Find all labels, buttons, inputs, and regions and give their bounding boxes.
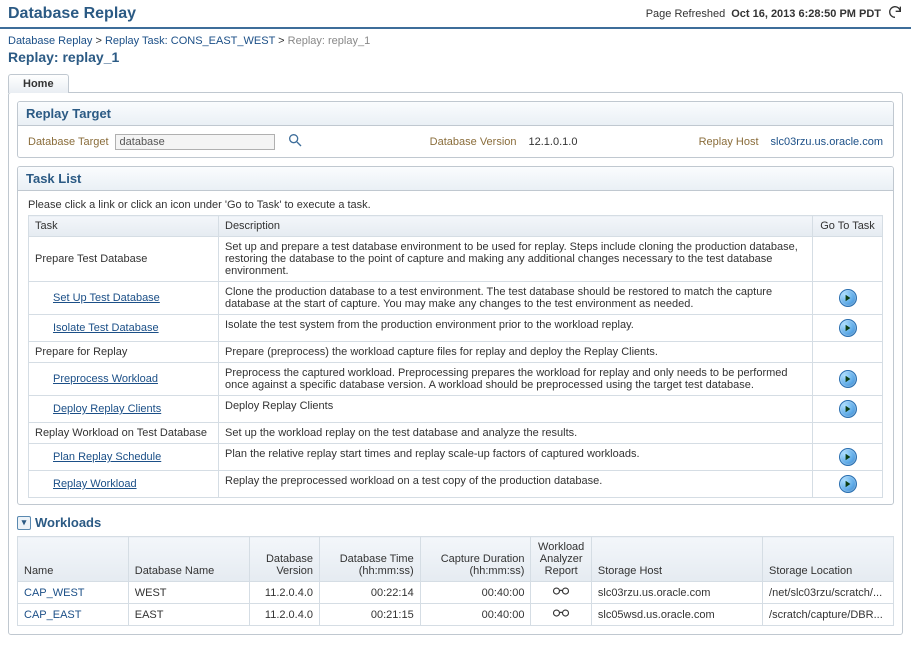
- go-to-task-icon[interactable]: [839, 475, 857, 493]
- tab-bar: Home: [0, 73, 911, 92]
- task-group-name: Replay Workload on Test Database: [29, 423, 219, 444]
- wl-col-host[interactable]: Storage Host: [591, 537, 762, 582]
- search-icon[interactable]: [281, 132, 309, 151]
- breadcrumb-sep: >: [95, 35, 104, 47]
- workload-host: slc03rzu.us.oracle.com: [591, 582, 762, 604]
- task-list-panel: Task List Please click a link or click a…: [17, 166, 894, 505]
- breadcrumb-sep: >: [278, 35, 287, 47]
- replay-target-header: Replay Target: [18, 102, 893, 126]
- wl-col-loc[interactable]: Storage Location: [763, 537, 894, 582]
- page-header: Database Replay Page Refreshed Oct 16, 2…: [0, 0, 911, 29]
- task-desc: Clone the production database to a test …: [219, 282, 813, 315]
- db-target-input[interactable]: [115, 134, 275, 150]
- breadcrumb: Database Replay > Replay Task: CONS_EAST…: [0, 29, 911, 49]
- wl-col-dbver[interactable]: Database Version: [249, 537, 319, 582]
- workload-dbtime: 00:21:15: [320, 604, 421, 626]
- col-goto: Go To Task: [813, 216, 883, 237]
- task-group-desc: Set up and prepare a test database envir…: [219, 237, 813, 282]
- go-to-task-icon[interactable]: [839, 448, 857, 466]
- task-link[interactable]: Replay Workload: [53, 478, 137, 490]
- go-to-task-icon[interactable]: [839, 370, 857, 388]
- task-desc: Plan the relative replay start times and…: [219, 444, 813, 471]
- task-group-goto: [813, 423, 883, 444]
- tab-home[interactable]: Home: [8, 74, 69, 93]
- workloads-section: ▾ Workloads Name Database Name Database …: [17, 513, 894, 626]
- replay-target-row: Database Target Database Version 12.1.0.…: [28, 132, 883, 151]
- replay-target-panel: Replay Target Database Target Database V…: [17, 101, 894, 158]
- task-link[interactable]: Set Up Test Database: [53, 292, 160, 304]
- workload-dbver: 11.2.0.4.0: [249, 582, 319, 604]
- task-group-name: Prepare for Replay: [29, 342, 219, 363]
- workload-capdur: 00:40:00: [420, 604, 531, 626]
- col-desc: Description: [219, 216, 813, 237]
- workloads-toggle[interactable]: ▾ Workloads: [17, 513, 894, 536]
- task-table: Task Description Go To Task Prepare Test…: [28, 215, 883, 498]
- task-desc: Preprocess the captured workload. Prepro…: [219, 363, 813, 396]
- chevron-down-icon: ▾: [17, 516, 31, 530]
- main-panel: Replay Target Database Target Database V…: [8, 92, 903, 635]
- workload-capdur: 00:40:00: [420, 582, 531, 604]
- workload-loc: /net/slc03rzu/scratch/...: [763, 582, 894, 604]
- task-group-desc: Prepare (preprocess) the workload captur…: [219, 342, 813, 363]
- glasses-icon[interactable]: [552, 587, 570, 599]
- task-group-name: Prepare Test Database: [29, 237, 219, 282]
- task-link[interactable]: Isolate Test Database: [53, 322, 159, 334]
- task-desc: Deploy Replay Clients: [219, 396, 813, 423]
- workload-dbname: EAST: [128, 604, 249, 626]
- refresh-block: Page Refreshed Oct 16, 2013 6:28:50 PM P…: [646, 4, 903, 23]
- refresh-time: Oct 16, 2013 6:28:50 PM PDT: [731, 8, 881, 20]
- wl-col-dbtime[interactable]: Database Time (hh:mm:ss): [320, 537, 421, 582]
- replay-host-label: Replay Host: [699, 136, 759, 148]
- replay-subtitle: Replay: replay_1: [0, 49, 911, 69]
- workloads-table: Name Database Name Database Version Data…: [17, 536, 894, 626]
- breadcrumb-item-0[interactable]: Database Replay: [8, 35, 92, 47]
- workload-dbtime: 00:22:14: [320, 582, 421, 604]
- workload-host: slc05wsd.us.oracle.com: [591, 604, 762, 626]
- task-group-goto: [813, 237, 883, 282]
- page-title: Database Replay: [8, 5, 136, 23]
- task-desc: Replay the preprocessed workload on a te…: [219, 471, 813, 498]
- wl-col-name[interactable]: Name: [18, 537, 129, 582]
- db-version-value: 12.1.0.1.0: [523, 136, 578, 148]
- workload-dbname: WEST: [128, 582, 249, 604]
- task-list-header: Task List: [18, 167, 893, 191]
- go-to-task-icon[interactable]: [839, 289, 857, 307]
- replay-host-link[interactable]: slc03rzu.us.oracle.com: [765, 136, 884, 148]
- wl-col-analyzer[interactable]: Workload Analyzer Report: [531, 537, 591, 582]
- wl-col-capdur[interactable]: Capture Duration (hh:mm:ss): [420, 537, 531, 582]
- glasses-icon[interactable]: [552, 609, 570, 621]
- wl-col-dbname[interactable]: Database Name: [128, 537, 249, 582]
- refresh-icon[interactable]: [887, 4, 903, 23]
- task-group-desc: Set up the workload replay on the test d…: [219, 423, 813, 444]
- task-link[interactable]: Deploy Replay Clients: [53, 403, 161, 415]
- col-task: Task: [29, 216, 219, 237]
- db-target-label: Database Target: [28, 136, 109, 148]
- go-to-task-icon[interactable]: [839, 400, 857, 418]
- workload-name-link[interactable]: CAP_EAST: [24, 609, 81, 621]
- breadcrumb-item-1[interactable]: Replay Task: CONS_EAST_WEST: [105, 35, 275, 47]
- refresh-label: Page Refreshed: [646, 8, 726, 20]
- go-to-task-icon[interactable]: [839, 319, 857, 337]
- workload-loc: /scratch/capture/DBR...: [763, 604, 894, 626]
- workload-dbver: 11.2.0.4.0: [249, 604, 319, 626]
- task-group-goto: [813, 342, 883, 363]
- breadcrumb-item-2: Replay: replay_1: [288, 35, 371, 47]
- task-list-hint: Please click a link or click an icon und…: [28, 197, 883, 215]
- task-desc: Isolate the test system from the product…: [219, 315, 813, 342]
- db-version-label: Database Version: [430, 136, 517, 148]
- workloads-title: Workloads: [35, 515, 101, 530]
- task-link[interactable]: Plan Replay Schedule: [53, 451, 161, 463]
- workload-row[interactable]: CAP_EAST EAST11.2.0.4.000:21:1500:40:00 sl…: [18, 604, 894, 626]
- workload-row[interactable]: CAP_WEST WEST11.2.0.4.000:22:1400:40:00 sl…: [18, 582, 894, 604]
- workload-name-link[interactable]: CAP_WEST: [24, 587, 85, 599]
- task-link[interactable]: Preprocess Workload: [53, 373, 158, 385]
